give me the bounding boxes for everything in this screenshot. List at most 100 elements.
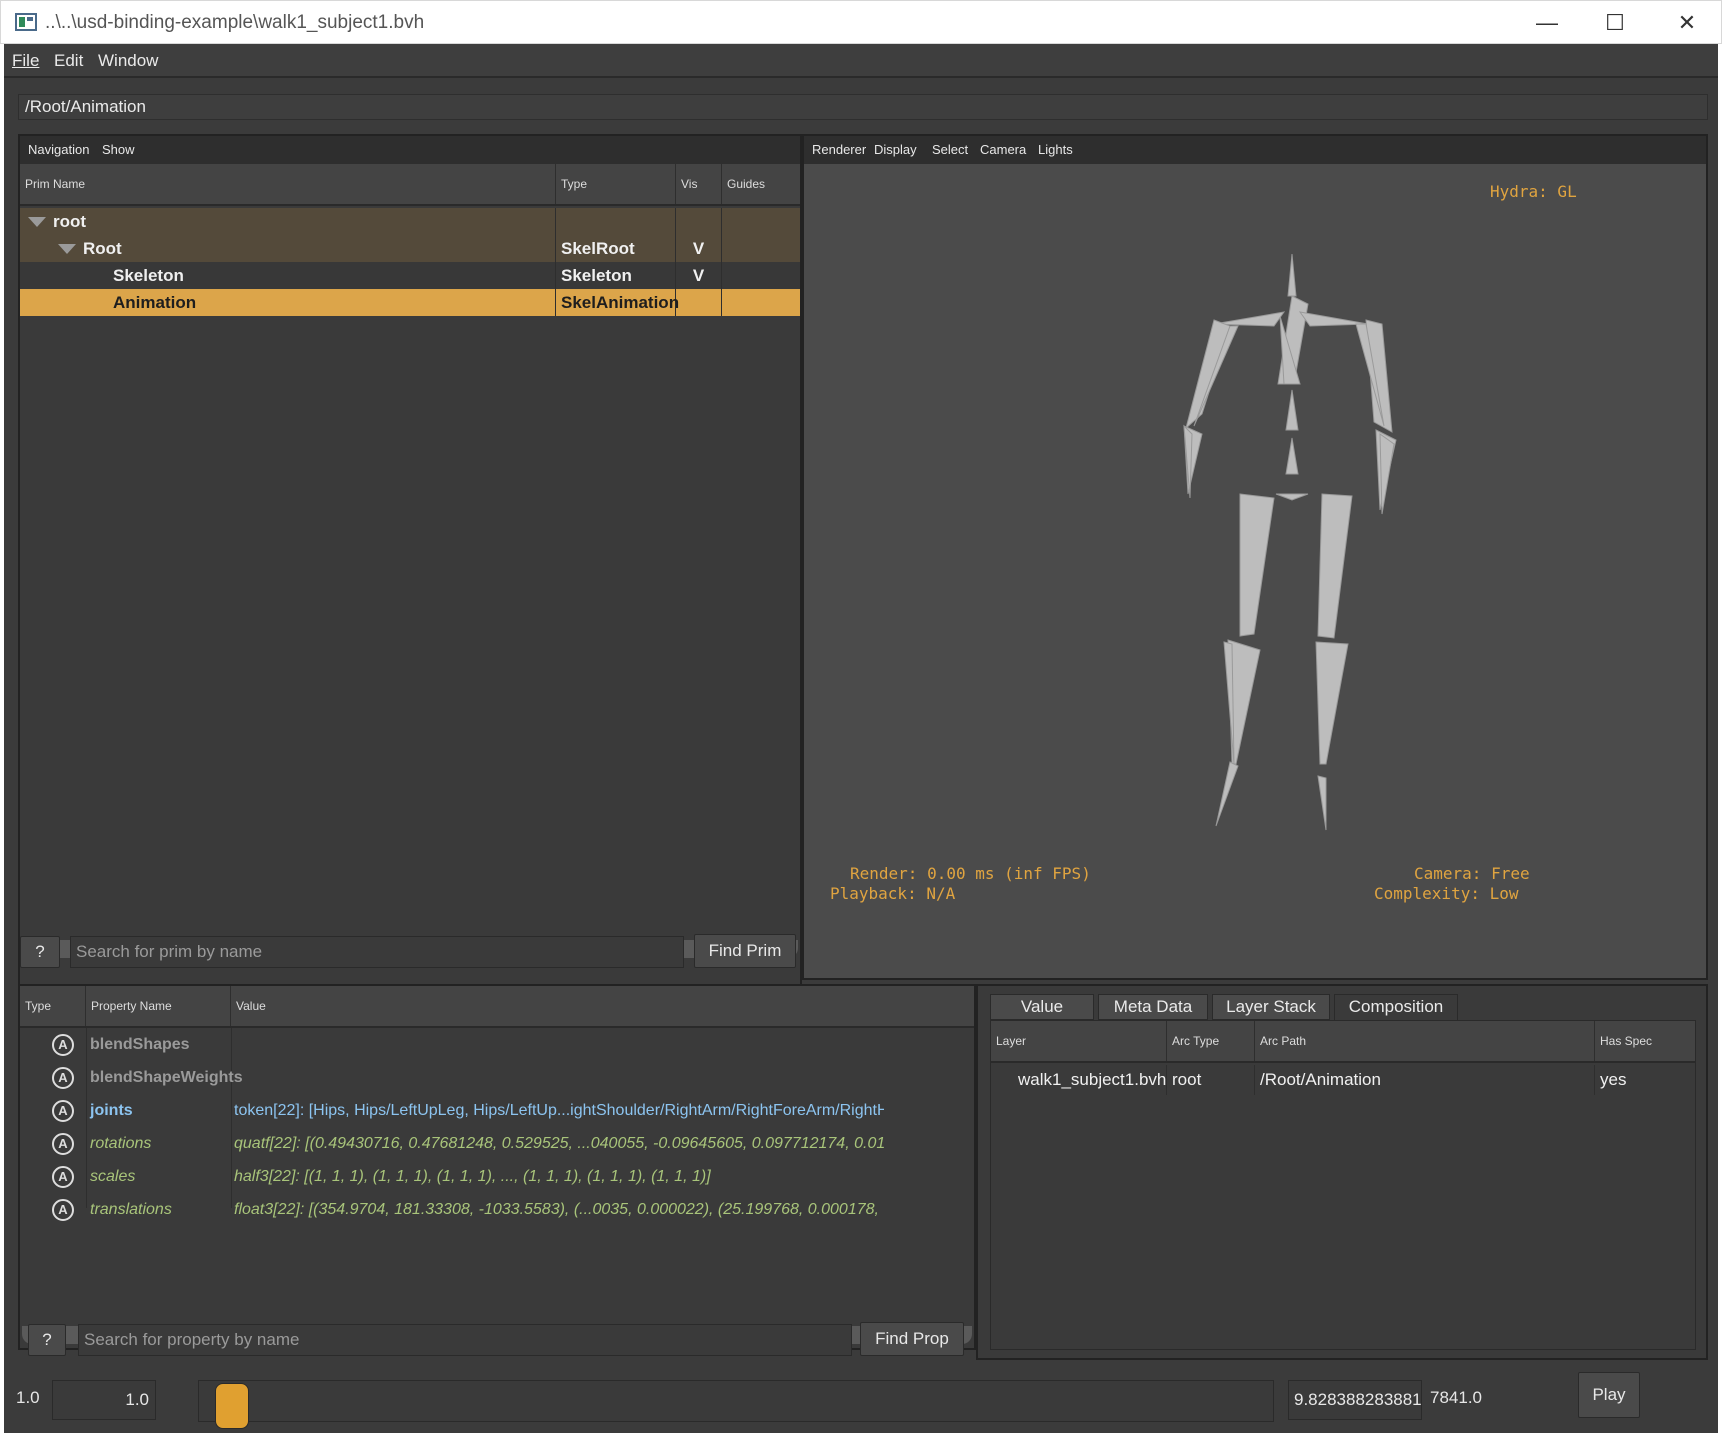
expand-arrow-icon[interactable] bbox=[28, 217, 46, 227]
expand-arrow-icon[interactable] bbox=[58, 244, 76, 254]
window-title: ..\..\usd-binding-example\walk1_subject1… bbox=[45, 12, 425, 33]
close-button[interactable]: ✕ bbox=[1653, 1, 1721, 45]
attribute-icon: A bbox=[52, 1199, 74, 1221]
prim-row-Root[interactable]: Root SkelRoot V bbox=[20, 235, 800, 262]
menu-navigation[interactable]: Navigation bbox=[28, 142, 89, 157]
col-prop-value[interactable]: Value bbox=[231, 986, 974, 1026]
prim-type: SkelRoot bbox=[556, 235, 676, 262]
range-end-label: 7841.0 bbox=[1430, 1388, 1482, 1407]
menu-camera[interactable]: Camera bbox=[980, 142, 1026, 157]
comp-arc-type: root bbox=[1167, 1065, 1255, 1095]
play-button[interactable]: Play bbox=[1578, 1372, 1640, 1418]
3d-viewport[interactable]: Hydra: GL Render: 0.00 ms (inf FPS) Play… bbox=[804, 164, 1706, 978]
prop-row-translations[interactable]: A translations float3[22]: [(354.9704, 1… bbox=[20, 1195, 974, 1225]
prop-name: blendShapes bbox=[90, 1036, 190, 1053]
menu-window[interactable]: Window bbox=[98, 51, 158, 71]
hud-camera: Camera: Free bbox=[1414, 864, 1530, 883]
tab-composition[interactable]: Composition bbox=[1334, 994, 1458, 1020]
maximize-button[interactable]: ☐ bbox=[1581, 1, 1649, 45]
prim-name: Root bbox=[78, 235, 556, 262]
skeleton-figure bbox=[1183, 253, 1397, 831]
find-prim-button[interactable]: Find Prim bbox=[694, 934, 796, 968]
timeline-bar: 1.0 1.0 9.828388283881 7841.0 Play bbox=[4, 1372, 1718, 1433]
prim-path-field[interactable]: /Root/Animation bbox=[18, 94, 1708, 120]
prim-vis[interactable] bbox=[676, 289, 722, 316]
prop-help-button[interactable]: ? bbox=[28, 1324, 66, 1356]
prim-search-input[interactable] bbox=[70, 936, 684, 968]
prop-row-rotations[interactable]: A rotations quatf[22]: [(0.49430716, 0.4… bbox=[20, 1129, 974, 1159]
col-prop-name[interactable]: Property Name bbox=[86, 986, 231, 1026]
composition-table-header: Layer Arc Type Arc Path Has Spec bbox=[991, 1021, 1695, 1063]
hud-render: Render: 0.00 ms (inf FPS) bbox=[850, 864, 1091, 883]
slider-handle[interactable] bbox=[215, 1383, 249, 1429]
comp-has-spec: yes bbox=[1600, 1070, 1627, 1089]
attribute-icon: A bbox=[52, 1034, 74, 1056]
prop-name: translations bbox=[90, 1201, 172, 1218]
prim-vis[interactable]: V bbox=[676, 235, 722, 262]
property-table-header: Type Property Name Value bbox=[20, 986, 974, 1028]
prim-table-header: Prim Name Type Vis Guides bbox=[20, 164, 800, 206]
prop-row-blendShapes[interactable]: A blendShapes bbox=[20, 1030, 974, 1060]
prop-value: quatf[22]: [(0.49430716, 0.47681248, 0.5… bbox=[234, 1135, 884, 1152]
prim-row-Skeleton[interactable]: Skeleton Skeleton V bbox=[20, 262, 800, 289]
prop-value: half3[22]: [(1, 1, 1), (1, 1, 1), (1, 1,… bbox=[234, 1168, 711, 1185]
menu-lights[interactable]: Lights bbox=[1038, 142, 1073, 157]
menu-renderer[interactable]: Renderer bbox=[812, 142, 866, 157]
usdview-app: File Edit Window /Root/Animation Navigat… bbox=[4, 44, 1718, 1433]
hud-complexity: Complexity: Low bbox=[1374, 884, 1519, 903]
viewport-panel: Renderer Display Select Camera Lights Hy… bbox=[802, 134, 1708, 980]
range-start-label: 1.0 bbox=[16, 1388, 40, 1407]
prop-name: rotations bbox=[90, 1135, 152, 1152]
col-prop-type[interactable]: Type bbox=[20, 986, 86, 1026]
menu-show[interactable]: Show bbox=[102, 142, 135, 157]
composition-row[interactable]: walk1_subject1.bvh root /Root/Animation … bbox=[991, 1065, 1695, 1095]
tab-layer-stack[interactable]: Layer Stack bbox=[1212, 994, 1330, 1020]
prim-browser-menu: Navigation Show bbox=[20, 136, 800, 164]
tab-value[interactable]: Value bbox=[990, 994, 1094, 1020]
menu-display[interactable]: Display bbox=[874, 142, 917, 157]
prop-value: token[22]: [Hips, Hips/LeftUpLeg, Hips/L… bbox=[234, 1102, 884, 1119]
attribute-icon: A bbox=[52, 1133, 74, 1155]
composition-view: Layer Arc Type Arc Path Has Spec walk1_s… bbox=[990, 1020, 1696, 1350]
minimize-button[interactable]: — bbox=[1513, 1, 1581, 45]
col-arc-path[interactable]: Arc Path bbox=[1255, 1021, 1595, 1061]
col-layer[interactable]: Layer bbox=[991, 1021, 1167, 1061]
comp-layer: walk1_subject1.bvh bbox=[1013, 1065, 1167, 1095]
find-prop-button[interactable]: Find Prop bbox=[860, 1322, 964, 1356]
col-has-spec[interactable]: Has Spec bbox=[1595, 1021, 1695, 1061]
prop-row-joints[interactable]: A joints token[22]: [Hips, Hips/LeftUpLe… bbox=[20, 1096, 974, 1126]
viewport-menu: Renderer Display Select Camera Lights bbox=[804, 136, 1706, 164]
window-titlebar: ..\..\usd-binding-example\walk1_subject1… bbox=[0, 0, 1722, 44]
hud-playback: Playback: N/A bbox=[830, 884, 956, 903]
col-vis[interactable]: Vis bbox=[676, 164, 722, 204]
col-arc-type[interactable]: Arc Type bbox=[1167, 1021, 1255, 1061]
prim-row-Animation[interactable]: Animation SkelAnimation bbox=[20, 289, 800, 316]
frame-slider[interactable] bbox=[198, 1380, 1274, 1429]
prim-row-root[interactable]: root bbox=[20, 208, 800, 235]
prop-row-scales[interactable]: A scales half3[22]: [(1, 1, 1), (1, 1, 1… bbox=[20, 1162, 974, 1192]
attribute-icon: A bbox=[52, 1100, 74, 1122]
prop-search-input[interactable] bbox=[78, 1324, 852, 1356]
prop-value: float3[22]: [(354.9704, 181.33308, -1033… bbox=[234, 1201, 884, 1218]
prim-name: root bbox=[48, 208, 556, 235]
prop-row-blendShapeWeights[interactable]: A blendShapeWeights bbox=[20, 1063, 974, 1093]
prim-name: Animation bbox=[108, 289, 556, 316]
col-type[interactable]: Type bbox=[556, 164, 676, 204]
prim-type: SkelAnimation bbox=[556, 289, 679, 316]
comp-arc-path: /Root/Animation bbox=[1255, 1065, 1595, 1095]
prim-vis[interactable] bbox=[676, 208, 722, 235]
tab-meta-data[interactable]: Meta Data bbox=[1098, 994, 1208, 1020]
menu-file[interactable]: File bbox=[12, 51, 39, 71]
prim-name: Skeleton bbox=[108, 262, 556, 289]
prim-help-button[interactable]: ? bbox=[20, 936, 60, 968]
col-guides[interactable]: Guides bbox=[722, 164, 800, 204]
prim-vis[interactable]: V bbox=[676, 262, 722, 289]
col-prim-name[interactable]: Prim Name bbox=[20, 164, 556, 204]
menu-edit[interactable]: Edit bbox=[54, 51, 83, 71]
current-time-field[interactable]: 9.828388283881 bbox=[1288, 1380, 1422, 1420]
prim-type bbox=[556, 208, 676, 235]
menu-select[interactable]: Select bbox=[932, 142, 968, 157]
app-icon bbox=[15, 13, 37, 31]
inspector-panel: Value Meta Data Layer Stack Composition … bbox=[976, 984, 1708, 1360]
range-start-field[interactable]: 1.0 bbox=[52, 1380, 156, 1420]
